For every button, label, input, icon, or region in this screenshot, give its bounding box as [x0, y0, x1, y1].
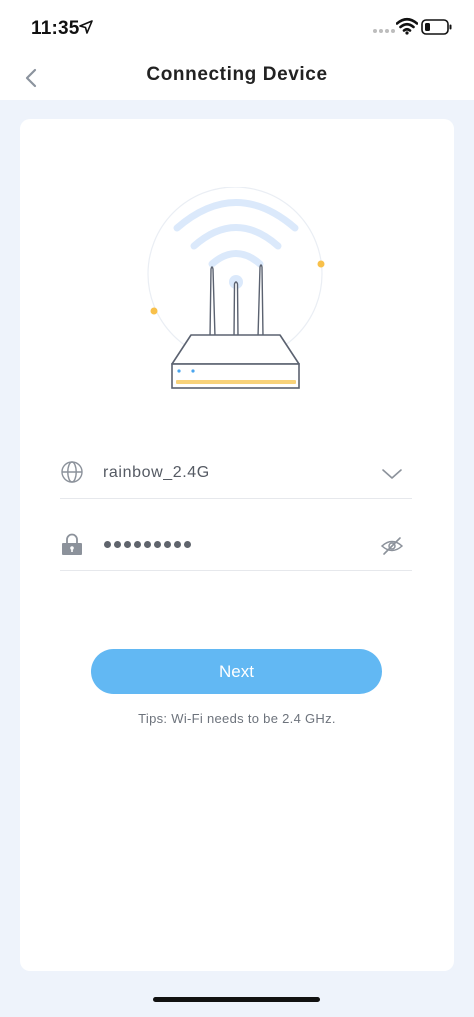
chevron-down-icon[interactable]	[380, 462, 404, 486]
password-dot	[144, 540, 151, 548]
connection-card: rainbow_2.4G Next Tips: Wi-Fi needs to b…	[20, 119, 454, 971]
password-dot	[174, 540, 181, 548]
wifi-network-name: rainbow_2.4G	[103, 464, 210, 481]
password-dot	[184, 540, 191, 548]
battery-icon	[421, 19, 452, 35]
globe-icon	[61, 461, 83, 483]
lock-icon	[62, 533, 82, 555]
password-dot	[164, 540, 171, 548]
password-dot	[114, 540, 121, 548]
password-dot	[124, 540, 131, 548]
password-dot	[104, 540, 111, 548]
home-indicator	[153, 997, 320, 1002]
router-illustration	[147, 187, 325, 389]
next-button[interactable]: Next	[91, 649, 382, 694]
wifi-icon	[396, 17, 418, 35]
password-dot	[154, 540, 161, 548]
page-title: Connecting Device	[146, 64, 328, 85]
password-field[interactable]	[60, 522, 412, 571]
signal-dots-icon	[373, 29, 395, 33]
password-dot	[134, 540, 141, 548]
password-value	[104, 538, 191, 550]
eye-slash-icon[interactable]	[380, 534, 404, 558]
location-arrow-icon	[79, 20, 93, 34]
status-time: 11:35	[31, 18, 80, 39]
wifi-network-select[interactable]: rainbow_2.4G	[60, 450, 412, 499]
status-bar: 11:35	[0, 0, 474, 56]
tips-text: Tips: Wi-Fi needs to be 2.4 GHz.	[138, 711, 336, 726]
navigation-bar: Connecting Device	[0, 56, 474, 100]
